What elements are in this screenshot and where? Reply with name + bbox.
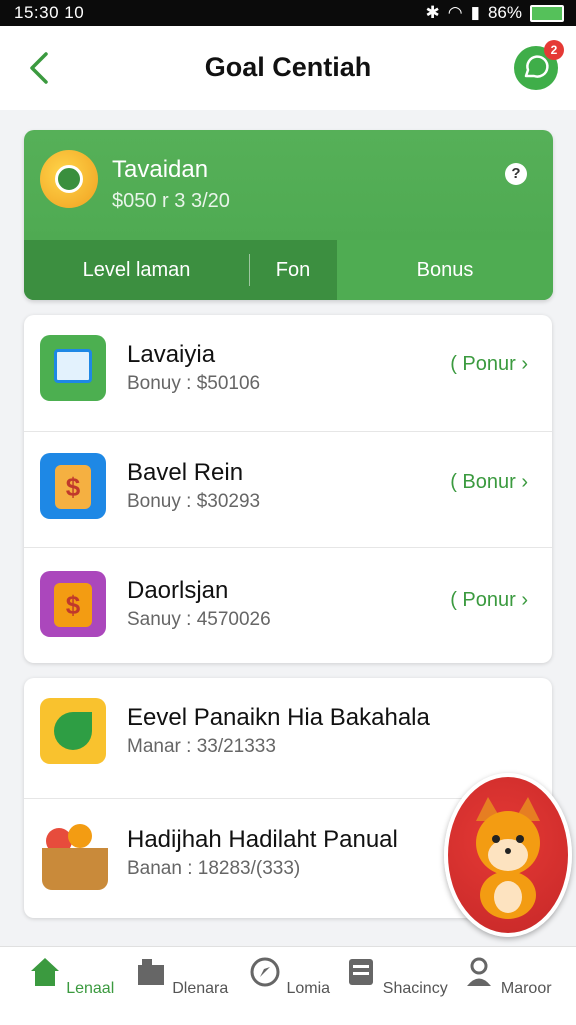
nav-lomia[interactable]: Lomia: [234, 955, 344, 998]
item-title: Hadijhah Hadilaht Panual: [127, 826, 398, 853]
home-icon: [30, 958, 59, 986]
app-bar: Goal Centiah 2: [0, 26, 576, 110]
bonus-action-button[interactable]: ( Bonur ›: [450, 471, 528, 494]
page-title: Goal Centiah: [204, 52, 372, 82]
status-bar: 15:30 10 ✱ ◠ ▮ 86%: [0, 0, 576, 26]
money-bag-icon: $: [40, 453, 106, 519]
tab-fon[interactable]: Fon: [249, 240, 337, 300]
goal-name: Tavaidan: [112, 156, 209, 183]
tab-bonus[interactable]: Bonus: [337, 240, 553, 300]
item-title: Eevel Panaikn Hia Bakahala: [127, 704, 430, 731]
nav-home[interactable]: Lenaal: [16, 955, 126, 998]
item-title: Bavel Rein: [127, 459, 244, 486]
bluetooth-icon: ✱: [425, 3, 440, 22]
item-subtitle: Banan : 18283/(333): [127, 858, 301, 879]
status-time: 15:30 10: [14, 3, 85, 22]
coin-icon: [40, 150, 98, 208]
nav-maroor[interactable]: Maroor: [452, 955, 562, 998]
list-item[interactable]: $ Daorlsjan Sanuy : 4570026 ( Ponur ›: [24, 551, 552, 669]
shop-icon: [137, 959, 164, 985]
signal-icon: ▮: [470, 3, 480, 22]
goal-tabs: Level laman Fon Bonus: [24, 240, 553, 300]
list-item[interactable]: Lavaiyia Bonuy : $50106 ( Ponur ›: [24, 315, 552, 433]
fruit-basket-icon: [40, 820, 108, 890]
help-icon[interactable]: ?: [505, 163, 527, 185]
item-subtitle: Sanuy : 4570026: [127, 609, 271, 630]
leaf-icon: [40, 698, 106, 764]
battery-percent: 86%: [487, 3, 522, 22]
profile-icon: [467, 957, 492, 986]
item-subtitle: Bonuy : $30293: [127, 491, 261, 512]
bottom-nav: Lenaal Dlenara Lomia Shacincy Maroor: [0, 946, 576, 1025]
battery-icon: [530, 4, 564, 22]
notification-badge: 2: [544, 40, 564, 60]
goal-summary-card: Tavaidan $050 r 3 3/20 ? Level laman Fon…: [24, 130, 553, 300]
list-icon: [349, 959, 374, 985]
item-title: Lavaiyia: [127, 341, 216, 368]
fox-mascot-icon: [476, 797, 540, 919]
tab-level[interactable]: Level laman: [24, 240, 249, 300]
goal-amount: $050 r 3 3/20: [112, 190, 230, 212]
chat-button[interactable]: 2: [514, 40, 564, 90]
nav-dlenara[interactable]: Dlenara: [126, 955, 236, 998]
wifi-icon: ◠: [447, 3, 463, 22]
compass-icon: [250, 957, 280, 987]
item-subtitle: Bonuy : $50106: [127, 373, 261, 394]
mascot-button[interactable]: [444, 773, 572, 937]
bonus-action-button[interactable]: ( Ponur ›: [450, 353, 528, 376]
bonus-action-button[interactable]: ( Ponur ›: [450, 589, 528, 612]
chart-icon: [40, 335, 106, 401]
bonus-list-card: Lavaiyia Bonuy : $50106 ( Ponur › $ Bave…: [24, 315, 552, 663]
item-subtitle: Manar : 33/21333: [127, 736, 276, 757]
list-item[interactable]: $ Bavel Rein Bonuy : $30293 ( Bonur ›: [24, 433, 552, 551]
nav-shacincy[interactable]: Shacincy: [341, 955, 451, 998]
item-title: Daorlsjan: [127, 577, 229, 604]
shopping-bag-icon: $: [40, 571, 106, 637]
